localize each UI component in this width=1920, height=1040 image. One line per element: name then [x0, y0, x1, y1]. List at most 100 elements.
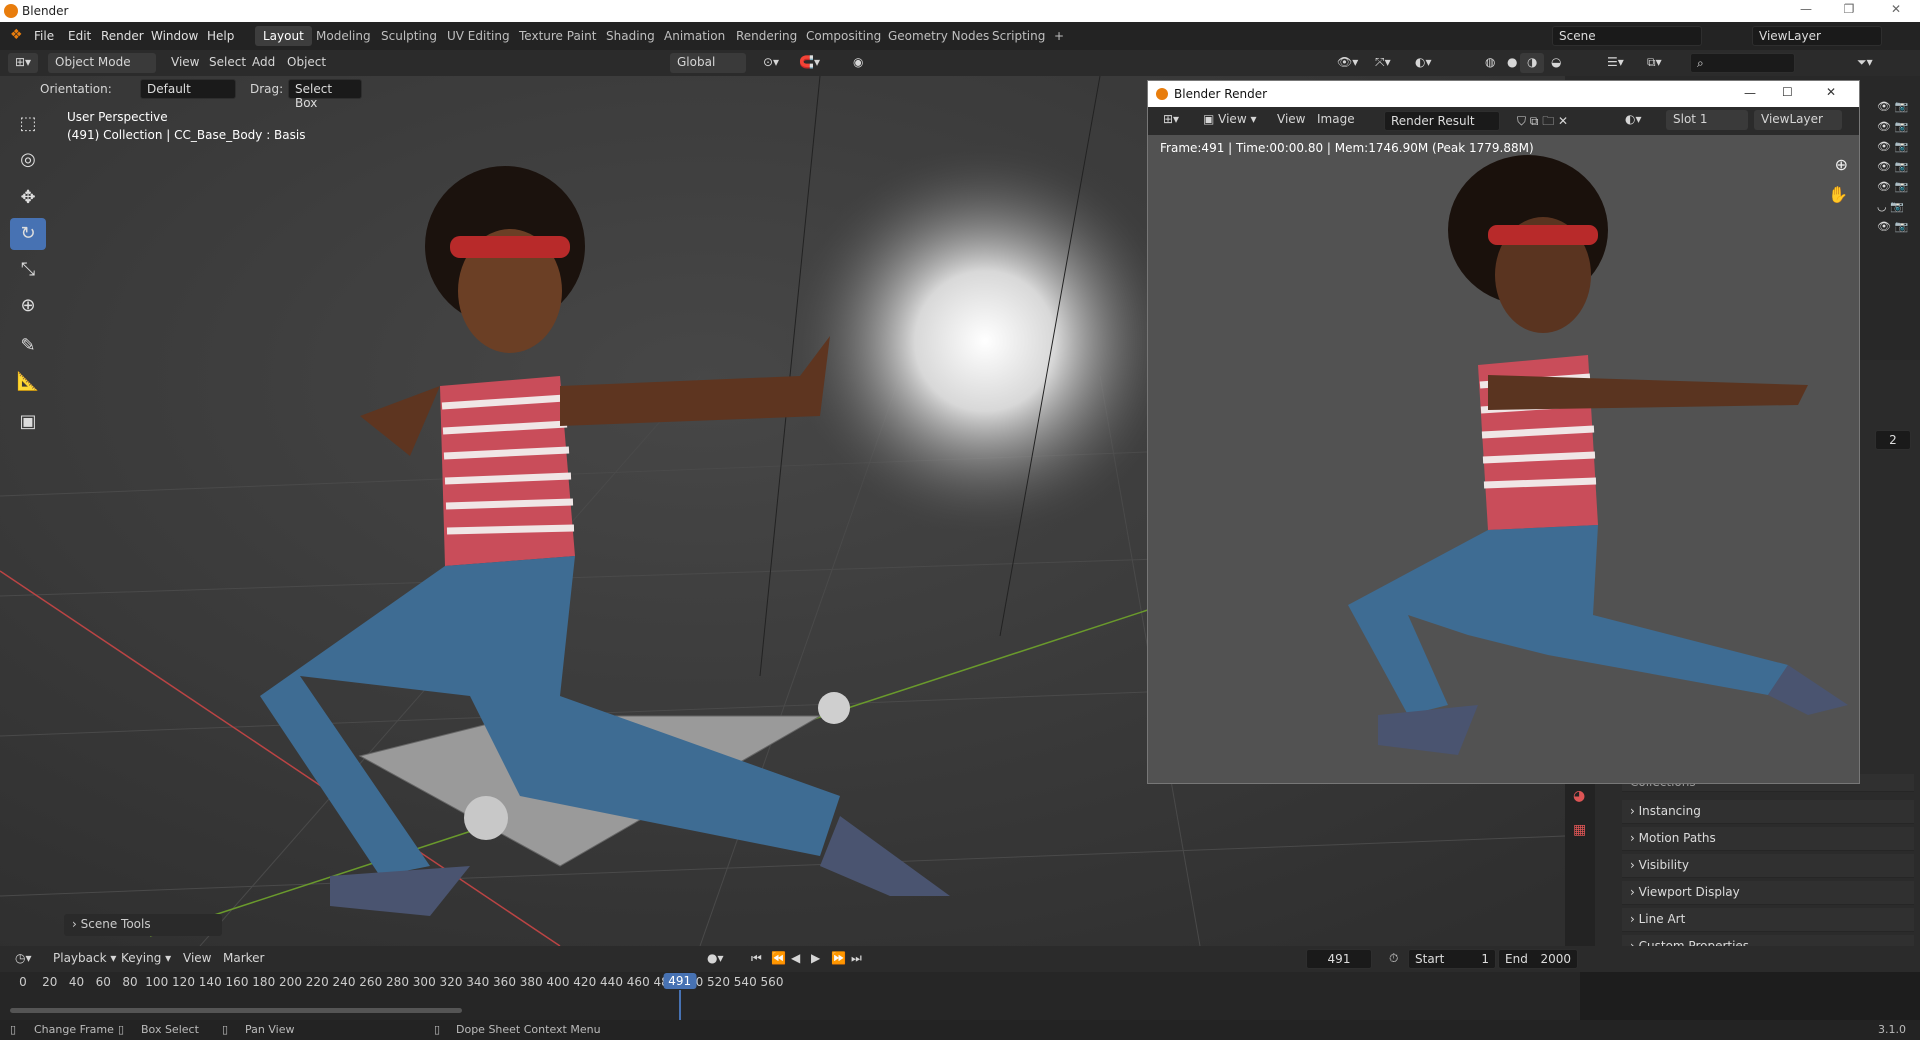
render-canvas[interactable]: ⊕ ✋: [1148, 135, 1859, 783]
visibility-toggle-icon[interactable]: 👁 📷: [1877, 100, 1908, 113]
section-instancing[interactable]: › Instancing: [1622, 800, 1914, 824]
measure-tool-icon[interactable]: 📐: [10, 366, 46, 398]
menu-window[interactable]: Window: [151, 29, 198, 43]
minimize-button[interactable]: —: [1790, 2, 1822, 20]
select-box-tool-icon[interactable]: ⬚: [10, 108, 46, 140]
add-workspace-button[interactable]: +: [1046, 26, 1072, 46]
editor-type-icon[interactable]: ⊞▾: [1156, 110, 1186, 130]
view-menu[interactable]: View: [176, 949, 218, 969]
playback-menu[interactable]: Playback ▾: [46, 949, 123, 969]
object-mode-dropdown[interactable]: Object Mode: [48, 53, 156, 73]
wireframe-shading-icon[interactable]: ◍: [1478, 53, 1502, 73]
slot-dropdown[interactable]: Slot 1: [1666, 110, 1748, 130]
visibility-toggle-icon[interactable]: 👁 📷: [1877, 160, 1908, 173]
section-line-art[interactable]: › Line Art: [1622, 908, 1914, 932]
overlay-icon[interactable]: ◐▾: [1618, 110, 1649, 130]
scene-tools-panel[interactable]: › Scene Tools: [64, 914, 222, 936]
visibility-toggle-icon[interactable]: 👁 📷: [1877, 180, 1908, 193]
add-cube-tool-icon[interactable]: ▣: [10, 406, 46, 438]
section-visibility[interactable]: › Visibility: [1622, 854, 1914, 878]
material-tab-icon[interactable]: ◕: [1573, 788, 1585, 804]
rotate-tool-icon[interactable]: ↻: [10, 218, 46, 250]
render-window[interactable]: Blender Render — ☐ ✕ ⊞▾ ▣ View ▾ View Im…: [1147, 80, 1860, 784]
current-frame-field[interactable]: 491: [1306, 949, 1372, 969]
viewlayer-selector[interactable]: ViewLayer: [1752, 26, 1882, 46]
maximize-button[interactable]: ☐: [1782, 85, 1793, 99]
texture-tab-icon[interactable]: ▦: [1573, 822, 1586, 838]
pivot-icon[interactable]: ⊙▾: [756, 53, 786, 73]
outliner-search-input[interactable]: ⌕: [1690, 53, 1795, 73]
view-menu[interactable]: View: [164, 53, 206, 73]
outliner-display-icon[interactable]: ☰▾: [1600, 53, 1631, 73]
playhead-frame-badge[interactable]: 491: [663, 973, 697, 989]
tab-rendering[interactable]: Rendering: [728, 26, 805, 46]
tab-layout[interactable]: Layout: [255, 26, 312, 46]
image-actions-icons[interactable]: ⛉ ⧉ 🗀 ✕: [1510, 110, 1575, 130]
user-count-field[interactable]: 2: [1875, 430, 1911, 450]
preview-range-icon[interactable]: ⏱: [1382, 949, 1405, 969]
timeline-scrollbar[interactable]: [10, 1008, 462, 1013]
menu-file[interactable]: File: [34, 29, 54, 43]
snap-icon[interactable]: 🧲▾: [792, 53, 827, 73]
tab-scripting[interactable]: Scripting: [984, 26, 1053, 46]
gizmo-icon[interactable]: ⤧▾: [1368, 53, 1398, 73]
annotate-tool-icon[interactable]: ✎: [10, 330, 46, 362]
tab-sculpting[interactable]: Sculpting: [373, 26, 445, 46]
image-name-field[interactable]: Render Result: [1384, 111, 1500, 131]
tab-texture-paint[interactable]: Texture Paint: [511, 26, 604, 46]
viewlayer-dropdown[interactable]: ViewLayer: [1754, 110, 1842, 130]
keying-menu[interactable]: Keying ▾: [114, 949, 178, 969]
view-mode-dropdown[interactable]: ▣ View ▾: [1196, 110, 1263, 130]
close-button[interactable]: ✕: [1880, 2, 1912, 20]
zoom-icon[interactable]: ⊕: [1835, 155, 1848, 174]
menu-edit[interactable]: Edit: [68, 29, 91, 43]
visibility-toggle-icon[interactable]: 👁 📷: [1877, 140, 1908, 153]
maximize-button[interactable]: ❐: [1833, 2, 1865, 20]
section-motion-paths[interactable]: › Motion Paths: [1622, 827, 1914, 851]
blender-menu-icon[interactable]: ❖: [10, 27, 23, 43]
tab-animation[interactable]: Animation: [656, 26, 733, 46]
menu-render[interactable]: Render: [101, 29, 144, 43]
transform-orientation-dropdown[interactable]: Global: [670, 53, 746, 73]
minimize-button[interactable]: —: [1744, 86, 1756, 100]
filter-icon[interactable]: ⏷▾: [1850, 53, 1880, 73]
visibility-toggle-icon[interactable]: ◡ 📷: [1877, 200, 1904, 213]
material-shading-icon[interactable]: ◑: [1520, 53, 1545, 73]
tab-geometry-nodes[interactable]: Geometry Nodes: [880, 26, 997, 46]
end-frame-field[interactable]: End 2000: [1498, 949, 1578, 969]
scale-tool-icon[interactable]: ⤡: [10, 254, 46, 286]
rendered-shading-icon[interactable]: ◒: [1544, 53, 1568, 73]
hand-pan-icon[interactable]: ✋: [1828, 185, 1848, 204]
section-viewport-display[interactable]: › Viewport Display: [1622, 881, 1914, 905]
menu-help[interactable]: Help: [207, 29, 234, 43]
playhead-line[interactable]: [678, 990, 681, 1020]
overlay-icon[interactable]: ◐▾: [1408, 53, 1439, 73]
orientation-dropdown[interactable]: Default: [140, 79, 236, 99]
timeline-ruler[interactable]: 0 20 40 60 80 100 120 140 160 180 200 220 240 260 280 3…: [0, 972, 1580, 1020]
visibility-toggle-icon[interactable]: 👁 📷: [1877, 220, 1908, 233]
transform-tool-icon[interactable]: ⊕: [10, 290, 46, 322]
proportional-edit-icon[interactable]: ◉: [846, 53, 870, 73]
add-menu[interactable]: Add: [245, 53, 282, 73]
tab-shading[interactable]: Shading: [598, 26, 663, 46]
timeline-editor-icon[interactable]: ◷▾: [8, 949, 39, 969]
object-menu[interactable]: Object: [280, 53, 333, 73]
jump-end-icon[interactable]: ⏭: [844, 949, 869, 969]
tab-modeling[interactable]: Modeling: [308, 26, 379, 46]
tab-compositing[interactable]: Compositing: [798, 26, 889, 46]
editor-type-icon[interactable]: ⊞▾: [8, 53, 39, 73]
close-button[interactable]: ✕: [1826, 85, 1836, 99]
outliner-filter-icon[interactable]: ⧉▾: [1640, 53, 1669, 73]
image-menu[interactable]: Image: [1310, 110, 1362, 130]
cursor-tool-icon[interactable]: ◎: [10, 144, 46, 176]
scene-selector[interactable]: Scene: [1552, 26, 1702, 46]
drag-dropdown[interactable]: Select Box: [288, 79, 362, 110]
visibility-toggle-icon[interactable]: 👁 📷: [1877, 120, 1908, 133]
start-frame-field[interactable]: Start 1: [1408, 949, 1496, 969]
tab-uv-editing[interactable]: UV Editing: [439, 26, 518, 46]
marker-menu[interactable]: Marker: [216, 949, 271, 969]
visibility-icon[interactable]: 👁▾: [1330, 53, 1365, 73]
record-button[interactable]: ●▾: [700, 949, 731, 969]
move-tool-icon[interactable]: ✥: [10, 182, 46, 214]
view-menu[interactable]: View: [1270, 110, 1312, 130]
